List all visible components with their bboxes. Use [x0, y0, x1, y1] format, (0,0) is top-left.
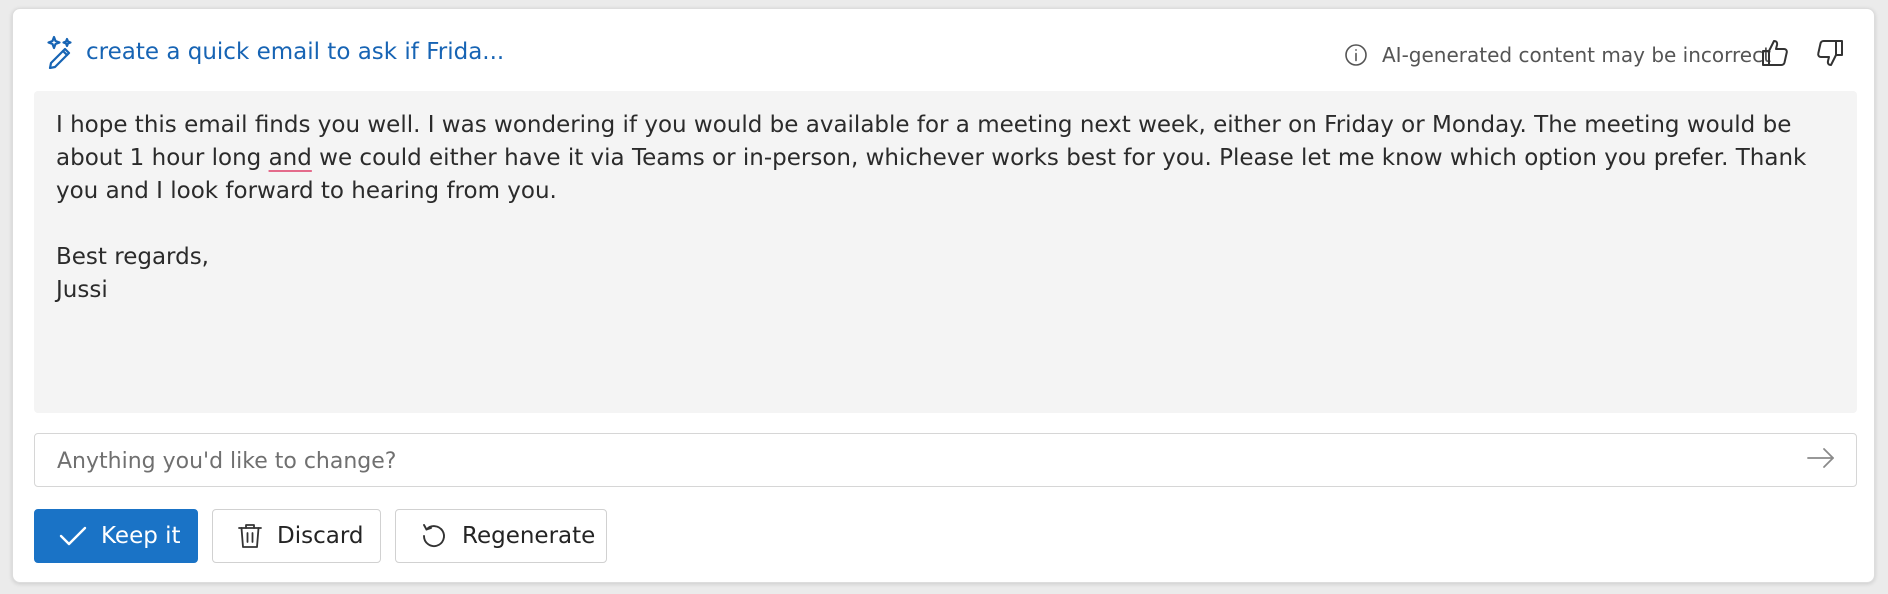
- info-icon[interactable]: [1343, 42, 1369, 68]
- keep-it-button[interactable]: Keep it: [34, 509, 198, 563]
- regenerate-button[interactable]: Regenerate: [395, 509, 607, 563]
- prompt-title[interactable]: create a quick email to ask if Frida...: [86, 39, 504, 65]
- thumbs-down-icon: [1815, 37, 1845, 73]
- draft-header: create a quick email to ask if Frida... …: [13, 9, 1874, 91]
- email-text: we could either have it via Teams or in-…: [56, 145, 1807, 204]
- arrow-right-icon: [1806, 447, 1836, 473]
- regenerate-label: Regenerate: [462, 523, 596, 549]
- draft-email-body[interactable]: I hope this email finds you well. I was …: [34, 91, 1857, 413]
- discard-button[interactable]: Discard: [212, 509, 381, 563]
- like-button[interactable]: [1753, 33, 1797, 77]
- refresh-icon: [420, 522, 448, 550]
- email-paragraph: I hope this email finds you well. I was …: [56, 109, 1835, 208]
- send-button[interactable]: [1804, 445, 1838, 475]
- copilot-draft-card: create a quick email to ask if Frida... …: [12, 8, 1875, 583]
- spellcheck-flagged-word[interactable]: and: [269, 145, 312, 171]
- email-closing: Best regards,: [56, 244, 209, 270]
- keep-it-label: Keep it: [101, 523, 181, 549]
- refine-input[interactable]: [55, 434, 1779, 488]
- discard-label: Discard: [277, 523, 364, 549]
- thumbs-up-icon: [1760, 37, 1790, 73]
- ai-disclaimer: AI-generated content may be incorrect: [1382, 43, 1771, 67]
- refine-input-box: [34, 433, 1857, 488]
- dislike-button[interactable]: [1808, 33, 1852, 77]
- checkmark-icon: [59, 525, 87, 547]
- trash-icon: [237, 522, 263, 550]
- email-signature: Jussi: [56, 277, 108, 303]
- pen-sparkle-icon: [41, 33, 77, 70]
